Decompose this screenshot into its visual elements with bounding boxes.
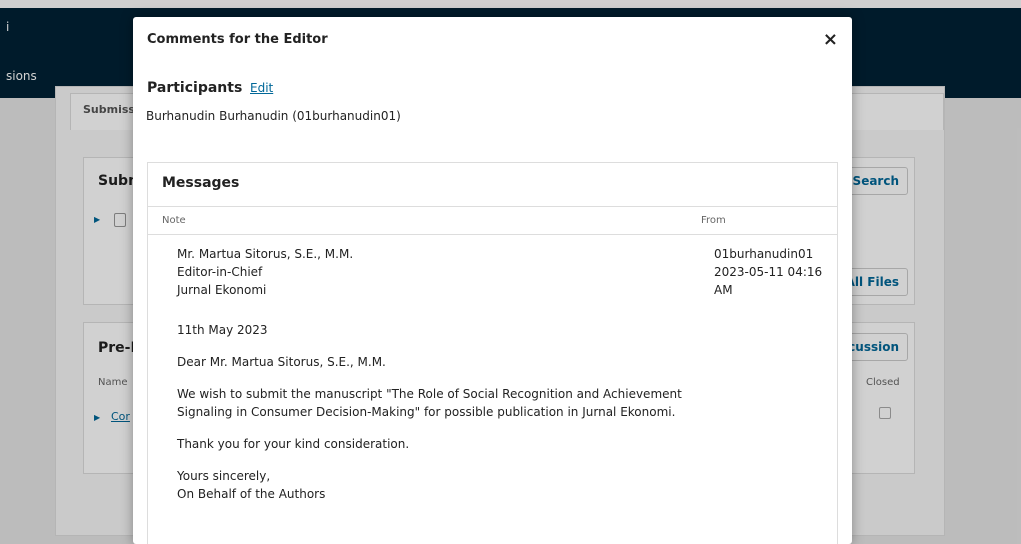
message-note: Mr. Martua Sitorus, S.E., M.M. Editor-in…: [177, 245, 697, 503]
messages-heading: Messages: [162, 175, 240, 191]
note-body: We wish to submit the manuscript "The Ro…: [177, 385, 697, 421]
comments-modal: Comments for the Editor × Participants E…: [133, 17, 852, 544]
note-closing-by: On Behalf of the Authors: [177, 487, 326, 501]
messages-column-header: Note From: [148, 206, 837, 235]
note-date: 11th May 2023: [177, 323, 268, 337]
close-icon[interactable]: ×: [823, 29, 838, 50]
note-signature-name: Mr. Martua Sitorus, S.E., M.M.: [177, 247, 354, 261]
modal-title: Comments for the Editor: [147, 32, 328, 47]
note-closing-line: Yours sincerely,: [177, 469, 271, 483]
note-body-line2: Signaling in Consumer Decision-Making" f…: [177, 405, 676, 419]
col-from: From: [701, 215, 726, 226]
note-signature-journal: Jurnal Ekonomi: [177, 283, 267, 297]
note-signature-role: Editor-in-Chief: [177, 265, 263, 279]
messages-grid: Messages Note From Mr. Martua Sitorus, S…: [147, 162, 838, 544]
message-from: 01burhanudin01 2023-05-11 04:16 AM: [714, 245, 834, 299]
participants-heading: Participants: [147, 80, 243, 96]
col-note: Note: [162, 215, 186, 226]
note-salutation: Dear Mr. Martua Sitorus, S.E., M.M.: [177, 355, 386, 369]
note-body-line1: We wish to submit the manuscript "The Ro…: [177, 387, 682, 401]
from-user: 01burhanudin01: [714, 247, 814, 261]
note-thanks: Thank you for your kind consideration.: [177, 437, 410, 451]
participants-list: Burhanudin Burhanudin (01burhanudin01): [146, 109, 401, 123]
edit-participants-link[interactable]: Edit: [250, 81, 273, 95]
note-closing: Yours sincerely, On Behalf of the Author…: [177, 467, 697, 503]
from-date: 2023-05-11 04:16: [714, 265, 823, 279]
from-ampm: AM: [714, 283, 733, 297]
